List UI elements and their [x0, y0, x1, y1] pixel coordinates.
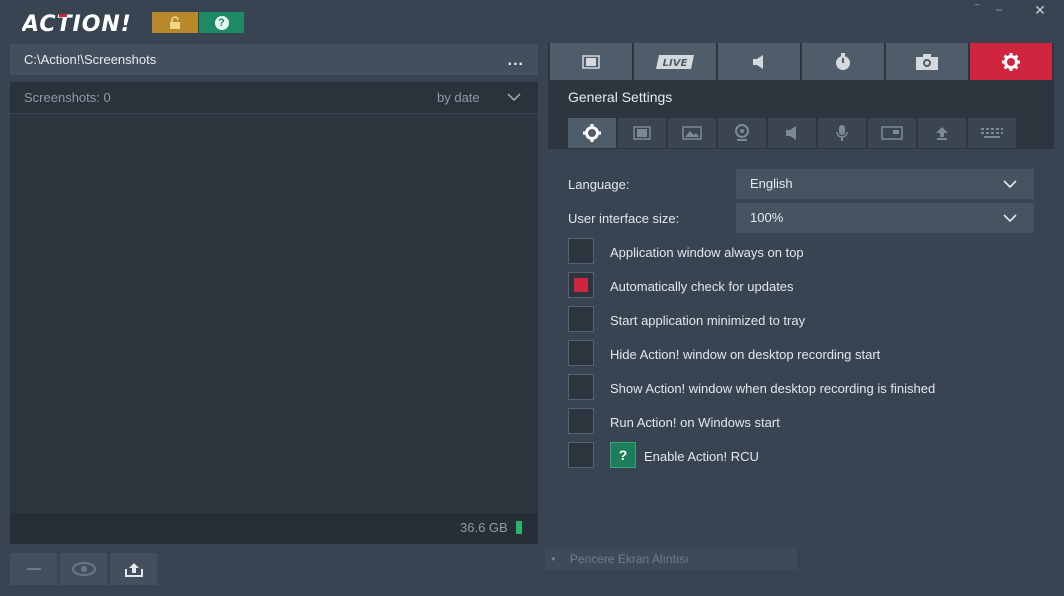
subtab-microphone[interactable]	[818, 118, 866, 148]
microphone-icon	[836, 125, 848, 141]
disk-free-space: 36.6 GB	[460, 520, 508, 535]
hide-on-record-checkbox[interactable]	[568, 340, 594, 366]
action-logo: ACTION!	[22, 12, 130, 36]
hide-on-record-label: Hide Action! window on desktop recording…	[610, 347, 881, 362]
lock-icon	[170, 15, 180, 29]
panel-title: General Settings	[568, 89, 673, 105]
file-list-footer: 36.6 GB	[10, 513, 538, 544]
folder-path: C:\Action!\Screenshots	[24, 52, 157, 67]
file-list[interactable]	[10, 114, 538, 513]
chevron-down-icon	[1003, 214, 1017, 223]
language-value: English	[750, 176, 793, 191]
camera-icon	[916, 53, 938, 70]
subtab-upload[interactable]	[918, 118, 966, 148]
subtab-general[interactable]	[568, 118, 616, 148]
subtab-image[interactable]	[668, 118, 716, 148]
close-button[interactable]: ✕	[1016, 0, 1064, 20]
tab-audio[interactable]	[718, 43, 800, 80]
language-label: Language:	[568, 177, 630, 192]
upload-icon	[124, 563, 143, 577]
image-icon	[682, 126, 702, 140]
file-list-header: Screenshots: 0 by date	[10, 82, 538, 113]
subtab-keyboard[interactable]	[968, 118, 1016, 148]
ui-size-value: 100%	[750, 210, 784, 225]
tab-live[interactable]: LIVE	[634, 43, 716, 80]
check-updates-label: Automatically check for updates	[610, 279, 794, 294]
ui-size-label: User interface size:	[568, 211, 680, 226]
chevron-down-icon	[1003, 180, 1017, 189]
restore-button[interactable]: −	[988, 0, 1010, 20]
run-on-start-checkbox[interactable]	[568, 408, 594, 434]
live-label: LIVE	[663, 58, 688, 69]
subtab-video[interactable]	[618, 118, 666, 148]
minimize-button[interactable]: ‾	[966, 0, 988, 20]
gear-icon	[1002, 52, 1020, 71]
keyboard-icon	[981, 128, 1003, 138]
film-icon	[633, 126, 651, 140]
subtab-webcam[interactable]	[718, 118, 766, 148]
check-updates-checkbox[interactable]	[568, 272, 594, 298]
gear-icon	[583, 124, 601, 142]
sort-select[interactable]: by date	[437, 90, 480, 105]
screenshot-count: Screenshots: 0	[24, 90, 111, 105]
tab-settings[interactable]	[970, 43, 1052, 80]
speaker-icon	[786, 126, 796, 140]
lock-button[interactable]	[152, 12, 198, 33]
window-icon	[881, 126, 903, 140]
subtab-audio[interactable]	[768, 118, 816, 148]
help-button[interactable]: ?	[199, 12, 244, 33]
tab-video[interactable]	[550, 43, 632, 80]
subtab-window[interactable]	[868, 118, 916, 148]
always-on-top-checkbox[interactable]	[568, 238, 594, 264]
ui-size-select[interactable]: 100%	[736, 203, 1034, 233]
webcam-icon	[735, 124, 749, 141]
run-on-start-label: Run Action! on Windows start	[610, 415, 780, 430]
enable-rcu-checkbox[interactable]	[568, 442, 594, 468]
tab-screenshot[interactable]	[886, 43, 968, 80]
tooltip: ● Pencere Ekran Alıntısı	[545, 547, 797, 570]
rcu-help-button[interactable]: ?	[610, 442, 636, 468]
start-minimized-checkbox[interactable]	[568, 306, 594, 332]
stopwatch-icon	[836, 52, 850, 70]
upload-button[interactable]	[110, 553, 157, 585]
help-icon: ?	[214, 15, 229, 30]
enable-rcu-label: Enable Action! RCU	[644, 449, 759, 464]
upload-icon	[936, 127, 948, 140]
tab-benchmark[interactable]	[802, 43, 884, 80]
speaker-icon	[753, 54, 763, 69]
show-after-record-label: Show Action! window when desktop recordi…	[610, 381, 936, 396]
logo-text: ACTION!	[22, 12, 130, 36]
always-on-top-label: Application window always on top	[610, 245, 804, 260]
delete-button[interactable]	[10, 553, 57, 585]
minus-icon	[26, 568, 41, 570]
tooltip-text: Pencere Ekran Alıntısı	[569, 551, 689, 566]
settings-panel: LIVE General Settings Language: English …	[548, 43, 1054, 544]
disk-icon	[516, 521, 522, 534]
start-minimized-label: Start application minimized to tray	[610, 313, 806, 328]
show-after-record-checkbox[interactable]	[568, 374, 594, 400]
eye-icon	[71, 562, 96, 576]
folder-path-bar: C:\Action!\Screenshots ...	[10, 44, 538, 75]
language-select[interactable]: English	[736, 169, 1034, 199]
bullet-icon: ●	[551, 554, 556, 563]
general-settings-form: Language: English User interface size: 1…	[548, 149, 1054, 544]
browse-folder-button[interactable]: ...	[508, 52, 524, 70]
live-icon: LIVE	[656, 54, 694, 69]
checkmark	[574, 278, 588, 292]
preview-button[interactable]	[60, 553, 107, 585]
film-icon	[582, 54, 600, 69]
chevron-down-icon[interactable]	[506, 90, 522, 104]
